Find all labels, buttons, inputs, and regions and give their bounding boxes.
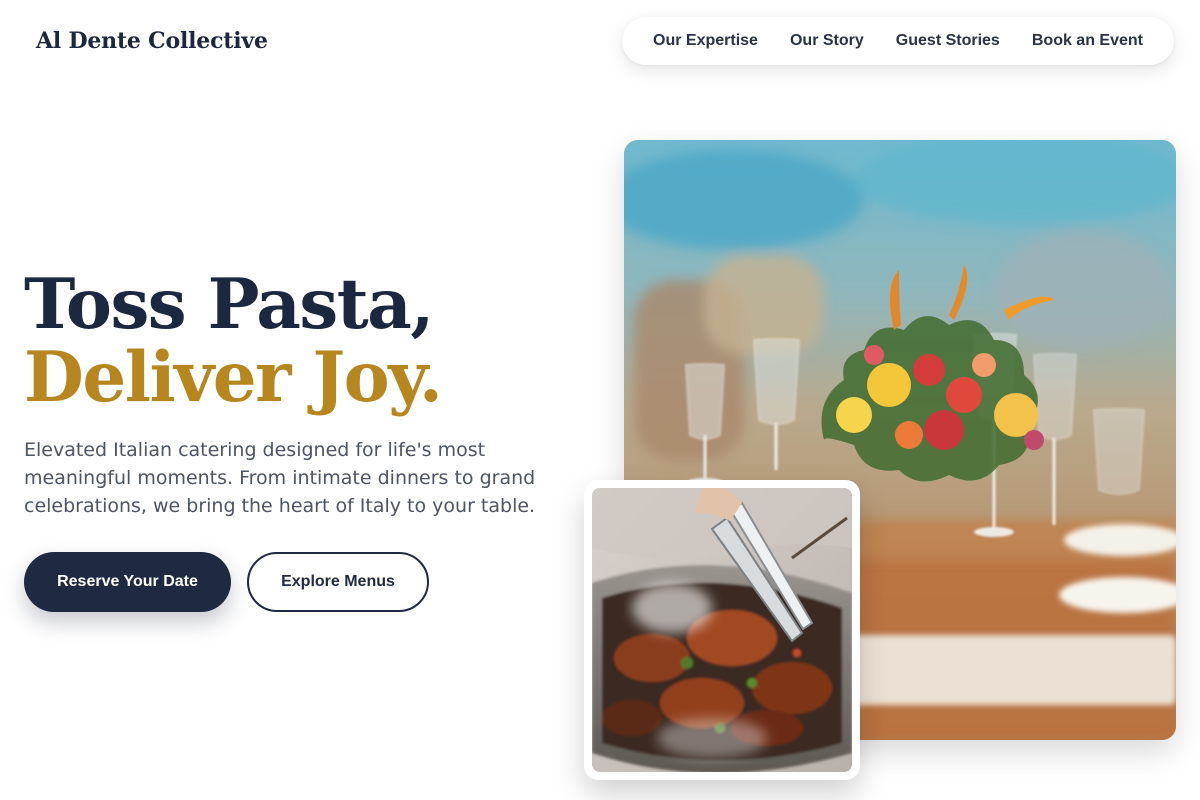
hero-title-line2: Deliver Joy. [24,337,443,418]
grilled-meat-image [592,488,852,772]
nav-link-our-expertise[interactable]: Our Expertise [653,32,758,50]
reserve-date-button[interactable]: Reserve Your Date [24,552,231,612]
nav-link-our-story[interactable]: Our Story [790,32,864,50]
nav-link-guest-stories[interactable]: Guest Stories [896,32,1000,50]
hero-description: Elevated Italian catering designed for l… [24,439,536,517]
brand-logo-text[interactable]: Al Dente Collective [36,28,268,54]
grilled-meat-image-frame [592,488,852,772]
food-card-photo [584,480,860,780]
hero-title: Toss Pasta, Deliver Joy. [24,264,443,418]
explore-menus-button[interactable]: Explore Menus [247,552,429,612]
hero-title-line1: Toss Pasta, [24,264,434,345]
main-nav: Our Expertise Our Story Guest Stories Bo… [622,17,1174,65]
nav-link-book-an-event[interactable]: Book an Event [1032,32,1143,50]
